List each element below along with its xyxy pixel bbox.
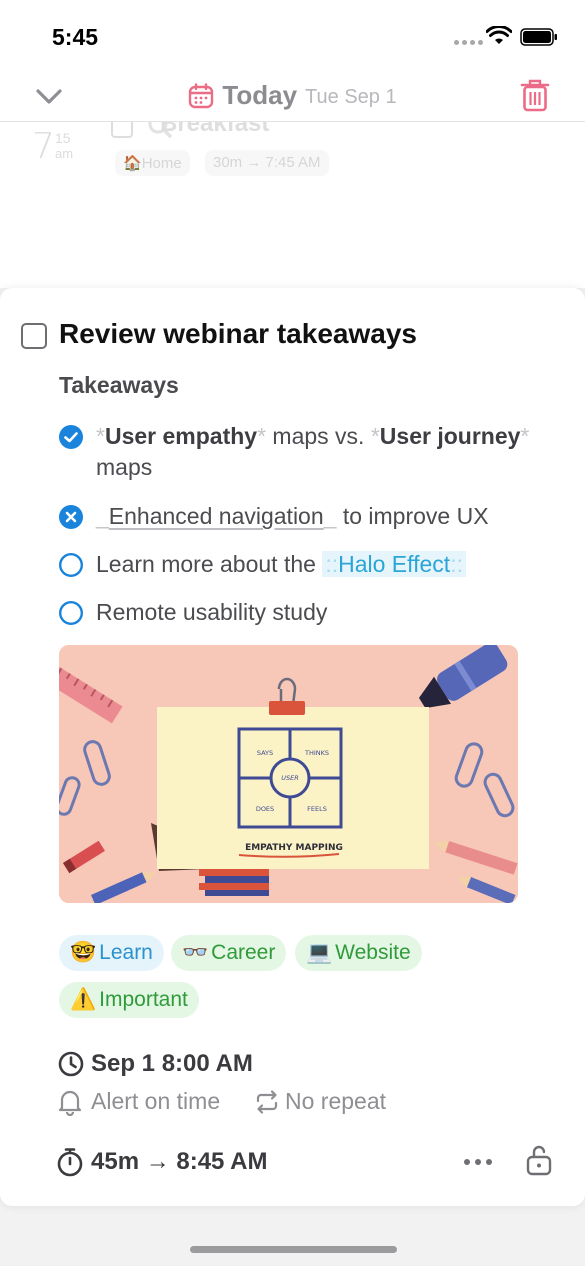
todo-text: *User empathy* maps vs. *User journey* m…: [96, 421, 556, 483]
battery-icon: [520, 28, 557, 46]
laptop-icon: 💻: [306, 941, 333, 964]
repeat-setting[interactable]: No repeat: [285, 1088, 386, 1115]
timer-icon: [57, 1148, 83, 1177]
tag-label: Important: [99, 988, 188, 1011]
checked-circle-icon[interactable]: [59, 425, 83, 449]
bg-title: Breakfast: [160, 122, 270, 137]
map-cell-says: SAYS: [257, 749, 273, 757]
todo-text: Learn more about the ::Halo Effect::: [96, 549, 556, 580]
markdown-mark: *: [257, 423, 267, 449]
map-caption: EMPATHY MAPPING: [245, 843, 343, 853]
bg-location-chip: 🏠Home: [115, 150, 190, 176]
markdown-mark: *: [370, 423, 380, 449]
bold-text: User journey: [379, 423, 521, 449]
markdown-mark: ::: [450, 551, 463, 577]
background-task-row: 7 15 am Breakfast 🏠Home 30m → 7:45 AM: [0, 122, 585, 288]
cancelled-circle-icon[interactable]: [59, 505, 83, 529]
map-cell-does: DOES: [256, 805, 274, 813]
markdown-mark: _: [96, 503, 109, 529]
plain-text: to improve UX: [336, 503, 489, 529]
map-cell-feels: FEELS: [307, 805, 327, 813]
task-title[interactable]: Review webinar takeaways: [59, 318, 417, 350]
bg-minute: 15: [55, 130, 71, 146]
header-title-group[interactable]: Today Tue Sep 1: [0, 80, 585, 111]
unlock-icon[interactable]: [525, 1144, 553, 1176]
highlight-text: Halo Effect: [338, 551, 451, 577]
tag-label: Career: [211, 941, 276, 964]
duration-value[interactable]: 45m → 8:45 AM: [91, 1148, 268, 1176]
markdown-mark: *: [96, 423, 105, 449]
calendar-icon: [189, 82, 214, 108]
tag-learn[interactable]: 🤓 Learn: [59, 935, 164, 971]
status-time: 5:45: [52, 24, 99, 50]
markdown-mark: _: [323, 503, 337, 529]
tag-website[interactable]: 💻 Website: [295, 935, 422, 971]
nerd-face-icon: 🤓: [70, 941, 97, 964]
wifi-icon: [486, 26, 512, 44]
plain-text: maps: [96, 454, 153, 480]
day-header: Today Tue Sep 1: [0, 70, 585, 122]
plain-text: maps vs.: [266, 423, 371, 449]
task-checkbox[interactable]: [21, 323, 47, 349]
tag-label: Learn: [99, 941, 153, 964]
map-cell-thinks: THINKS: [304, 749, 329, 757]
bold-text: User empathy: [104, 423, 258, 449]
bg-location: Home: [141, 155, 182, 172]
notes-heading: Takeaways: [59, 372, 179, 398]
header-date: Tue Sep 1: [305, 86, 397, 108]
empathy-map-image[interactable]: SAYS THINKS DOES FEELS USER EMPATHY MAPP…: [59, 645, 518, 903]
bell-icon: [58, 1090, 82, 1116]
map-center: USER: [281, 774, 299, 782]
tag-career[interactable]: 👓 Career: [171, 935, 287, 971]
glasses-icon: 👓: [182, 941, 209, 964]
todo-text: _Enhanced navigation_ to improve UX: [96, 501, 556, 532]
bg-hour: 7: [32, 126, 55, 167]
home-indicator[interactable]: [190, 1246, 397, 1253]
header-title: Today: [222, 80, 298, 110]
plain-text: Learn more about the: [96, 551, 323, 577]
more-options-icon[interactable]: [463, 1158, 493, 1166]
cellular-signal-icon: [454, 40, 483, 45]
open-circle-icon[interactable]: [59, 553, 83, 577]
warning-icon: ⚠️: [70, 988, 97, 1011]
trash-icon[interactable]: [520, 78, 550, 112]
empathy-map-illustration: SAYS THINKS DOES FEELS USER EMPATHY MAPP…: [59, 645, 518, 903]
highlight-link[interactable]: ::Halo Effect::: [322, 551, 466, 577]
open-circle-icon[interactable]: [59, 601, 83, 625]
clock-icon: [58, 1051, 84, 1077]
alert-setting[interactable]: Alert on time: [91, 1088, 220, 1115]
underlined-text: Enhanced navigation: [108, 503, 324, 529]
tag-label: Website: [335, 941, 411, 964]
markdown-mark: *: [520, 423, 530, 449]
tag-important[interactable]: ⚠️ Important: [59, 982, 199, 1018]
markdown-mark: ::: [325, 551, 339, 577]
bg-duration-chip: 30m → 7:45 AM: [205, 150, 329, 176]
bg-ampm: am: [55, 146, 74, 161]
scheduled-datetime[interactable]: Sep 1 8:00 AM: [91, 1050, 253, 1078]
bg-checkbox: [111, 122, 133, 138]
status-bar: 5:45: [0, 0, 585, 70]
repeat-icon: [256, 1090, 278, 1114]
task-detail-sheet: Review webinar takeaways Takeaways *User…: [0, 288, 585, 1206]
todo-text: Remote usability study: [96, 599, 328, 625]
house-icon: 🏠: [123, 155, 142, 172]
